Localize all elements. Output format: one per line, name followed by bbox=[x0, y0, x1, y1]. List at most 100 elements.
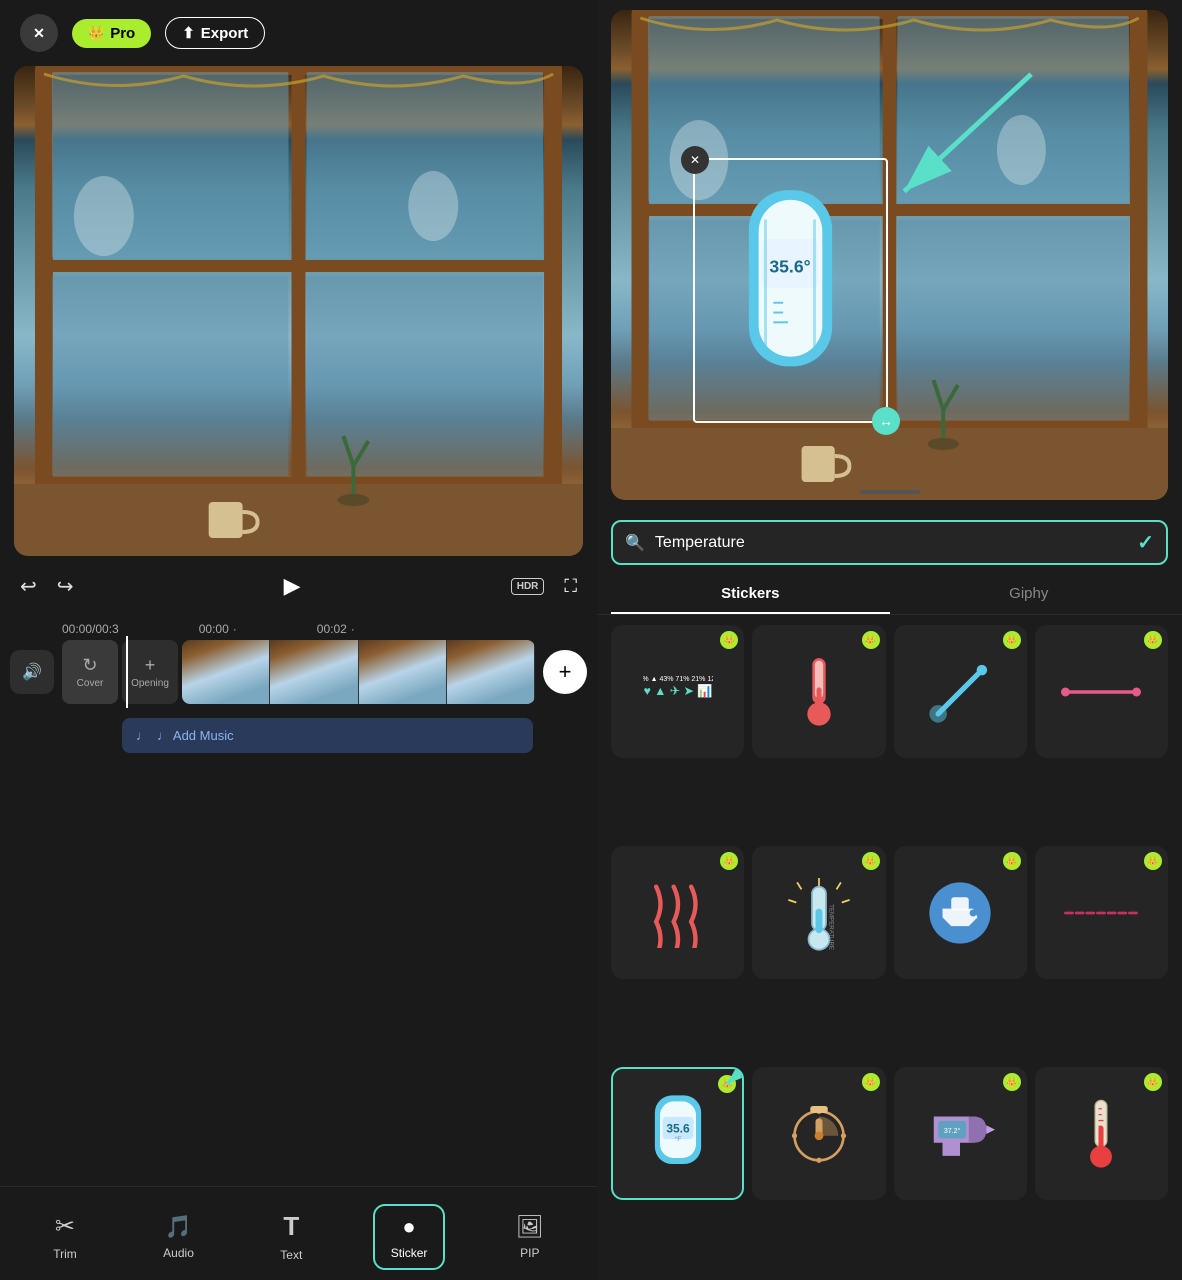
pro-badge-6: 👑 bbox=[862, 852, 880, 870]
search-confirm-button[interactable]: ✓ bbox=[1137, 530, 1154, 555]
pro-badge-8: 👑 bbox=[1144, 852, 1162, 870]
add-music-label: ♩ Add Music bbox=[157, 728, 234, 743]
svg-text:37.2°: 37.2° bbox=[944, 1127, 961, 1135]
music-icon: 🎵 bbox=[165, 1214, 192, 1240]
audio-tool[interactable]: 🎵 Audio bbox=[147, 1206, 210, 1268]
sticker-item-5[interactable]: 👑 bbox=[611, 846, 744, 979]
sticker-item-3[interactable]: 👑 bbox=[894, 625, 1027, 758]
svg-text:TEMPERATURE: TEMPERATURE bbox=[827, 904, 834, 950]
trim-label: Trim bbox=[53, 1247, 77, 1261]
opening-label: Opening bbox=[131, 678, 169, 689]
play-icon: ▶ bbox=[284, 573, 301, 599]
music-note-icon: ♩ bbox=[136, 728, 149, 743]
infrared-gun-sticker: 37.2° bbox=[925, 1099, 995, 1169]
opening-clip[interactable]: + Opening bbox=[122, 640, 178, 704]
pip-icon: 🖼 bbox=[516, 1214, 544, 1240]
digital-thermometer-sticker: 35.6 °F bbox=[648, 1091, 708, 1177]
sticker-grid: 👑 28% ▲ 43% 71% 21% 12% ♥ ▲ ✈ ➤ 📊 👑 � bbox=[597, 625, 1182, 1280]
sticker-item-7[interactable]: 👑 bbox=[894, 846, 1027, 979]
sticker-item-9[interactable]: 👑 35.6 °F bbox=[611, 1067, 744, 1200]
hdr-badge: HDR bbox=[511, 578, 545, 595]
sticker-item-2[interactable]: 👑 bbox=[752, 625, 885, 758]
sticker-item-12[interactable]: 👑 bbox=[1035, 1067, 1168, 1200]
teal-needle-sticker bbox=[925, 657, 995, 727]
search-icon: 🔍 bbox=[625, 533, 645, 553]
trim-tool[interactable]: ✂ Trim bbox=[37, 1204, 93, 1269]
stats-sticker: 28% ▲ 43% 71% 21% 12% ♥ ▲ ✈ ➤ 📊 bbox=[643, 664, 713, 719]
speaker-icon: 🔊 bbox=[22, 662, 42, 682]
sticker-resize-handle[interactable]: ↔ bbox=[872, 407, 900, 435]
pip-tool[interactable]: 🖼 PIP bbox=[500, 1206, 560, 1268]
svg-text:♥ ▲ ✈ ➤ 📊: ♥ ▲ ✈ ➤ 📊 bbox=[643, 683, 712, 698]
sticker-item-6[interactable]: 👑 TEMPERATURE bbox=[752, 846, 885, 979]
upload-icon: ⬆ bbox=[182, 24, 195, 42]
undo-button[interactable]: ↩ bbox=[20, 574, 37, 599]
text-tool[interactable]: T Text bbox=[264, 1203, 318, 1270]
close-button[interactable]: ✕ bbox=[20, 14, 58, 52]
sticker-label: Sticker bbox=[391, 1246, 428, 1260]
timeline-track: 🔊 ↻ Cover + Opening bbox=[10, 640, 587, 704]
red-thermometer-sticker bbox=[794, 654, 844, 729]
video-scrollbar bbox=[860, 490, 920, 494]
sticker-delete-button[interactable]: ✕ bbox=[681, 146, 709, 174]
clip-thumbnail-strip bbox=[182, 640, 535, 704]
tab-stickers[interactable]: Stickers bbox=[611, 575, 890, 614]
timeline-area: 00:00/00:3 00:00 · 00:02 · 🔊 ↻ Cover bbox=[0, 616, 597, 753]
sticker-tabs: Stickers Giphy bbox=[597, 575, 1182, 615]
pro-button[interactable]: 👑 Pro bbox=[72, 19, 151, 48]
sticker-item-8[interactable]: 👑 bbox=[1035, 846, 1168, 979]
refresh-icon: ↻ bbox=[82, 655, 97, 676]
tab-giphy[interactable]: Giphy bbox=[890, 575, 1169, 614]
thermometer-sticker-svg: 35.6° bbox=[695, 160, 886, 421]
redo-button[interactable]: ↪ bbox=[57, 574, 74, 599]
pro-badge-1: 👑 bbox=[720, 631, 738, 649]
pro-badge-11: 👑 bbox=[1003, 1073, 1021, 1091]
svg-text:°F: °F bbox=[674, 1134, 681, 1142]
play-button[interactable]: ▶ bbox=[270, 564, 314, 608]
search-bar: 🔍 ✓ bbox=[611, 520, 1168, 565]
sticker-item-1[interactable]: 👑 28% ▲ 43% 71% 21% 12% ♥ ▲ ✈ ➤ 📊 bbox=[611, 625, 744, 758]
time-dot1: · bbox=[233, 622, 237, 636]
plus-icon-opening: + bbox=[145, 655, 156, 676]
svg-text:35.6: 35.6 bbox=[666, 1121, 690, 1135]
video-preview-container bbox=[0, 66, 597, 556]
audio-track-button[interactable]: 🔊 bbox=[10, 650, 54, 694]
text-label: Text bbox=[280, 1248, 302, 1262]
cover-label: Cover bbox=[77, 678, 104, 689]
playback-controls: ↩ ↪ ▶ HDR ⛶ bbox=[0, 556, 597, 616]
top-bar: ✕ 👑 Pro ⬆ Export bbox=[0, 0, 597, 66]
left-side: ✕ 👑 Pro ⬆ Export bbox=[0, 0, 597, 1280]
time-end: 00:02 bbox=[317, 622, 347, 636]
resize-icon: ↔ bbox=[879, 413, 893, 429]
sticker-item-4[interactable]: 👑 bbox=[1035, 625, 1168, 758]
sticker-item-11[interactable]: 👑 37.2° bbox=[894, 1067, 1027, 1200]
export-button[interactable]: ⬆ Export bbox=[165, 17, 265, 49]
vintage-thermometer-sticker: TEMPERATURE bbox=[784, 873, 854, 953]
add-clip-button[interactable]: + bbox=[543, 650, 587, 694]
sticker-tool[interactable]: ● Sticker bbox=[373, 1204, 446, 1270]
music-track[interactable]: ♩ ♩ Add Music bbox=[122, 718, 533, 753]
close-icon: ✕ bbox=[33, 25, 45, 42]
add-icon: + bbox=[559, 659, 572, 685]
time-dot2: · bbox=[351, 622, 355, 636]
time-mid: 00:00 bbox=[199, 622, 229, 636]
right-video-preview-wrapper: ✕ ↔ 35.6° bbox=[597, 10, 1182, 510]
sticker-selection-box: ✕ ↔ 35.6° bbox=[693, 158, 888, 423]
cover-clip[interactable]: ↻ Cover bbox=[62, 640, 118, 704]
export-label: Export bbox=[201, 25, 249, 42]
right-video-panel: ✕ ↔ 35.6° bbox=[611, 10, 1168, 500]
fullscreen-button[interactable]: ⛶ bbox=[564, 576, 577, 597]
pip-label: PIP bbox=[520, 1246, 539, 1260]
text-icon: T bbox=[283, 1211, 299, 1242]
clip-thumb-4 bbox=[447, 640, 535, 704]
right-side: ✕ ↔ 35.6° bbox=[597, 0, 1182, 1280]
sticker-item-10[interactable]: 👑 bbox=[752, 1067, 885, 1200]
scissors-icon: ✂ bbox=[55, 1212, 75, 1241]
crown-icon: 👑 bbox=[88, 25, 104, 41]
music-track-area: ♩ ♩ Add Music bbox=[66, 712, 587, 753]
clip-thumb-1 bbox=[182, 640, 270, 704]
heat-waves-sticker bbox=[643, 878, 713, 948]
time-labels: 00:00/00:3 00:00 · 00:02 · bbox=[10, 622, 587, 640]
pink-line-sticker bbox=[1061, 678, 1141, 706]
search-input[interactable] bbox=[655, 534, 1127, 552]
